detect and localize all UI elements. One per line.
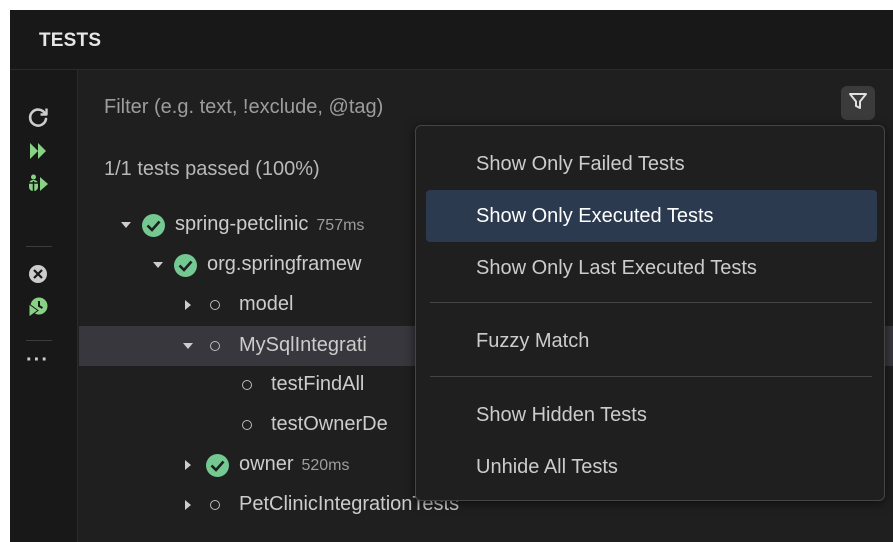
panel-header: TESTS bbox=[10, 10, 893, 70]
chevron-down-icon[interactable] bbox=[151, 258, 165, 272]
filter-menu: Show Only Failed Tests Show Only Execute… bbox=[415, 125, 885, 501]
filter-button[interactable] bbox=[841, 86, 875, 120]
menu-item-fuzzy-match[interactable]: Fuzzy Match bbox=[426, 315, 877, 367]
refresh-icon[interactable] bbox=[24, 103, 52, 131]
run-all-icon[interactable] bbox=[24, 137, 52, 165]
tree-label: model bbox=[239, 293, 294, 315]
cancel-icon[interactable] bbox=[24, 260, 52, 288]
menu-separator bbox=[430, 302, 872, 303]
unrun-status-icon bbox=[210, 300, 220, 310]
panel-title: TESTS bbox=[39, 30, 102, 51]
test-toolbar: ··· bbox=[10, 70, 78, 542]
tree-label: spring-petclinic 757ms bbox=[175, 213, 365, 235]
test-summary: 1/1 tests passed (100%) bbox=[104, 158, 320, 180]
test-explorer-panel: TESTS ··· Filter (e.g. text, !exclude, @… bbox=[10, 10, 893, 542]
menu-item-show-only-failed[interactable]: Show Only Failed Tests bbox=[426, 138, 877, 190]
chevron-right-icon[interactable] bbox=[181, 498, 195, 512]
menu-item-show-only-executed[interactable]: Show Only Executed Tests bbox=[426, 190, 877, 242]
unrun-status-icon bbox=[210, 341, 220, 351]
passed-check-icon bbox=[205, 453, 230, 478]
menu-separator bbox=[430, 376, 872, 377]
chevron-right-icon[interactable] bbox=[181, 298, 195, 312]
filter-input[interactable]: Filter (e.g. text, !exclude, @tag) bbox=[104, 96, 383, 119]
funnel-icon bbox=[847, 90, 869, 117]
chevron-right-icon[interactable] bbox=[181, 458, 195, 472]
menu-item-show-only-last-executed[interactable]: Show Only Last Executed Tests bbox=[426, 242, 877, 294]
debug-all-icon[interactable] bbox=[24, 170, 52, 198]
more-actions-icon[interactable]: ··· bbox=[26, 350, 49, 370]
unrun-status-icon bbox=[242, 420, 252, 430]
tree-label: owner 520ms bbox=[239, 453, 350, 475]
unrun-status-icon bbox=[242, 380, 252, 390]
tree-label: MySqlIntegrati bbox=[239, 334, 367, 356]
tree-label: testFindAll bbox=[271, 373, 365, 395]
menu-item-unhide-all-tests[interactable]: Unhide All Tests bbox=[426, 441, 877, 493]
menu-item-show-hidden-tests[interactable]: Show Hidden Tests bbox=[426, 389, 877, 441]
passed-check-icon bbox=[141, 213, 166, 238]
coverage-icon[interactable] bbox=[24, 293, 52, 321]
unrun-status-icon bbox=[210, 500, 220, 510]
chevron-down-icon[interactable] bbox=[181, 339, 195, 353]
tree-label: org.springframew bbox=[207, 253, 362, 275]
tree-label: testOwnerDe bbox=[271, 413, 388, 435]
chevron-down-icon[interactable] bbox=[119, 218, 133, 232]
passed-check-icon bbox=[173, 253, 198, 278]
